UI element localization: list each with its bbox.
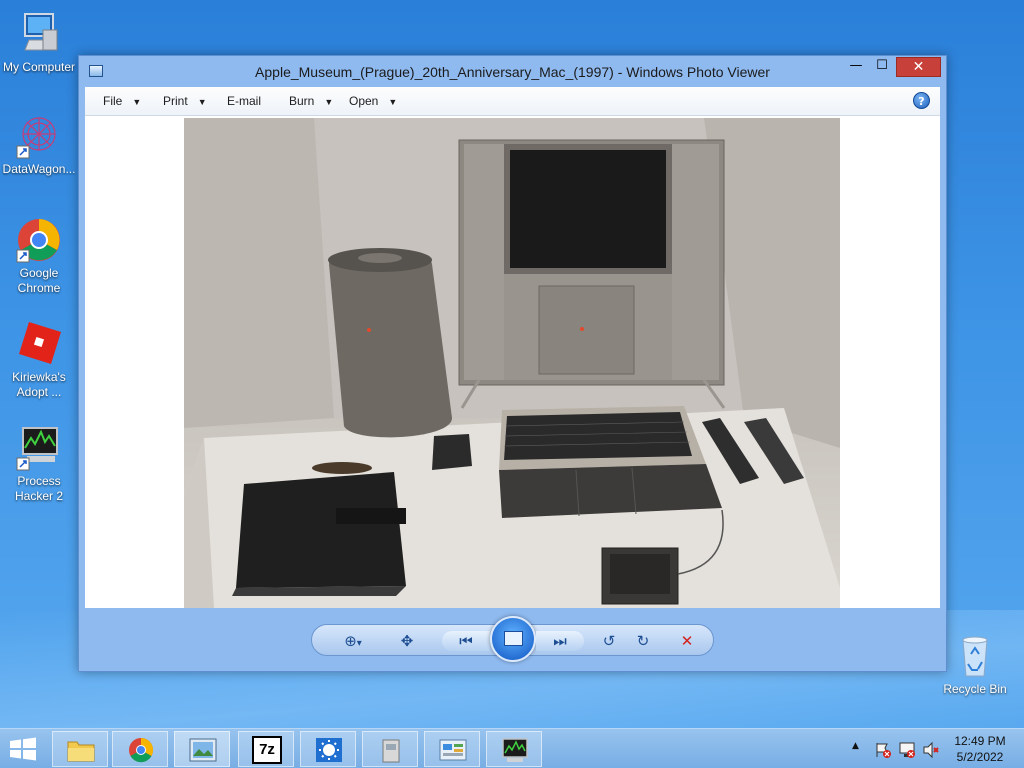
start-button[interactable]: [8, 737, 38, 761]
chevron-down-icon: ▾: [356, 638, 362, 649]
clock-date: 5/2/2022: [956, 750, 1004, 764]
volume-muted-icon[interactable]: [922, 741, 940, 759]
taskbar-photo-viewer[interactable]: [174, 731, 230, 767]
control-panel-icon: [439, 739, 467, 761]
process-hacker-icon: [502, 738, 528, 762]
desktop-icon-label: DataWagon...: [2, 162, 76, 176]
photo-viewer-icon: [189, 738, 217, 762]
desktop-icon-google-chrome[interactable]: Google Chrome: [0, 216, 78, 296]
folder-icon: [67, 741, 95, 762]
taskbar-control-panel[interactable]: [424, 731, 480, 767]
menu-file[interactable]: File ▼: [103, 94, 141, 108]
clock-time: 12:49 PM: [954, 734, 1006, 748]
show-hidden-icons-button[interactable]: ▲: [852, 741, 862, 768]
desktop-icon-label: Process Hacker 2: [14, 474, 64, 503]
chevron-down-icon: ▼: [197, 97, 207, 107]
menu-print[interactable]: Print ▼: [163, 94, 207, 108]
roblox-icon: [15, 320, 63, 368]
displayed-photo: [184, 118, 840, 608]
network-icon[interactable]: [898, 741, 916, 759]
minimize-button[interactable]: —: [843, 57, 869, 77]
previous-button[interactable]: ⏮: [442, 631, 490, 651]
menu-email-label: E-mail: [227, 94, 262, 108]
desktop-icon-datawagon[interactable]: DataWagon...: [0, 112, 78, 177]
help-icon[interactable]: ?: [913, 92, 930, 109]
7zip-icon: 7z: [252, 736, 282, 764]
menu-open-label: Open: [349, 94, 379, 108]
process-hacker-icon: [15, 424, 63, 472]
image-canvas[interactable]: [85, 116, 940, 608]
taskbar-brightness-app[interactable]: [300, 731, 356, 767]
delete-button[interactable]: ✕: [676, 631, 698, 651]
actual-size-button[interactable]: ✥: [396, 631, 418, 651]
slideshow-icon: [504, 631, 523, 646]
chevron-down-icon: ▼: [132, 97, 142, 107]
taskbar: 7z ▲ 12:49 PM 5/2/2022: [0, 728, 1024, 768]
taskbar-file-explorer[interactable]: [52, 731, 108, 767]
slideshow-button[interactable]: [490, 616, 536, 662]
menu-burn-label: Burn: [289, 94, 315, 108]
maximize-button[interactable]: ☐: [869, 57, 895, 77]
sun-icon: [316, 738, 342, 762]
chrome-icon: [129, 737, 154, 763]
datawagon-icon: [15, 112, 63, 160]
menu-email[interactable]: E-mail: [227, 94, 261, 108]
recycle-bin-icon: [951, 632, 999, 680]
command-bar: File ▼ Print ▼ E-mail Burn ▼ Open ▼ ?: [85, 87, 940, 116]
photo-viewer-window[interactable]: Apple_Museum_(Prague)_20th_Anniversary_M…: [78, 55, 947, 672]
chevron-down-icon: ▼: [324, 97, 334, 107]
desktop-icon-recycle-bin[interactable]: Recycle Bin: [936, 632, 1014, 697]
desktop-icon-label: Recycle Bin: [943, 682, 1007, 696]
desktop-icon-label: Google Chrome: [17, 266, 61, 295]
menu-open[interactable]: Open ▼: [349, 94, 397, 108]
rotate-counterclockwise-button[interactable]: ↺: [598, 631, 620, 651]
menu-file-label: File: [103, 94, 123, 108]
taskbar-app-installer[interactable]: [362, 731, 418, 767]
zoom-button[interactable]: ⊕▾: [336, 631, 370, 651]
title-bar[interactable]: Apple_Museum_(Prague)_20th_Anniversary_M…: [79, 56, 946, 87]
menu-burn[interactable]: Burn ▼: [289, 94, 333, 108]
rotate-clockwise-button[interactable]: ↻: [632, 631, 654, 651]
desktop-icon-label: Kiriewka's Adopt ...: [12, 370, 66, 399]
chrome-icon: [15, 216, 63, 264]
taskbar-process-hacker[interactable]: [486, 731, 542, 767]
taskbar-chrome[interactable]: [112, 731, 168, 767]
installer-icon: [382, 739, 400, 763]
menu-print-label: Print: [163, 94, 188, 108]
desktop-icon-process-hacker[interactable]: Process Hacker 2: [0, 424, 78, 504]
window-title: Apple_Museum_(Prague)_20th_Anniversary_M…: [255, 64, 770, 80]
desktop-icon-label: My Computer: [2, 60, 76, 74]
taskbar-7zip[interactable]: 7z: [238, 731, 294, 767]
zoom-icon: ⊕: [344, 632, 357, 650]
computer-icon: [15, 10, 63, 58]
next-button[interactable]: ⏭: [536, 631, 584, 651]
windows-logo-icon: [10, 737, 36, 761]
system-clock[interactable]: 12:49 PM 5/2/2022: [940, 733, 1020, 765]
chevron-down-icon: ▼: [388, 97, 398, 107]
action-center-icon[interactable]: [874, 741, 892, 759]
desktop-icon-my-computer[interactable]: My Computer: [0, 10, 78, 75]
close-button[interactable]: ✕: [896, 57, 941, 77]
desktop-icon-roblox[interactable]: Kiriewka's Adopt ...: [0, 320, 78, 400]
viewer-control-bar: ⊕▾ ✥ ⏮ ⏭ ↺ ↻ ✕: [311, 616, 714, 662]
